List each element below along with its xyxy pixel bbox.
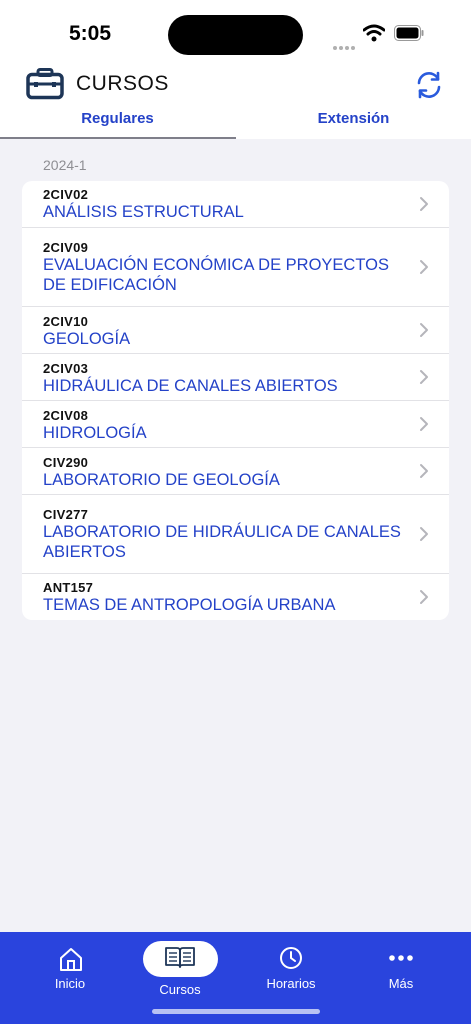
tab-extension[interactable]: Extensión bbox=[236, 110, 471, 139]
chevron-right-icon bbox=[420, 370, 428, 384]
chevron-right-icon bbox=[420, 527, 428, 541]
briefcase-icon bbox=[26, 68, 64, 100]
more-dots-icon bbox=[389, 955, 413, 961]
tabbar-item-cursos[interactable]: Cursos bbox=[125, 932, 235, 1007]
tabbar-label: Inicio bbox=[54, 976, 86, 991]
chevron-right-icon bbox=[420, 464, 428, 478]
chevron-right-icon bbox=[420, 417, 428, 431]
clock-icon bbox=[280, 947, 302, 969]
page-title: CURSOS bbox=[76, 72, 169, 95]
home-icon bbox=[60, 948, 82, 971]
course-name: ANÁLISIS ESTRUCTURAL bbox=[43, 203, 244, 221]
tabbar-item-mas[interactable]: Más bbox=[346, 932, 456, 1007]
course-code: 2CIV09 bbox=[43, 240, 89, 255]
chevron-right-icon bbox=[420, 590, 428, 604]
refresh-icon[interactable] bbox=[414, 70, 444, 100]
tab-selected-indicator bbox=[0, 137, 236, 139]
tabbar-label: Horarios bbox=[266, 976, 316, 991]
wifi-icon bbox=[363, 24, 385, 42]
course-row[interactable]: ANT157 TEMAS DE ANTROPOLOGÍA URBANA bbox=[22, 574, 449, 620]
book-icon bbox=[165, 947, 195, 968]
course-name: GEOLOGÍA bbox=[43, 330, 131, 348]
course-name: HIDROLOGÍA bbox=[43, 424, 147, 442]
status-time: 5:05 bbox=[69, 22, 112, 45]
tabbar-item-horarios[interactable]: Horarios bbox=[236, 932, 346, 1007]
tabbar-label: Más bbox=[388, 976, 414, 991]
chevron-right-icon bbox=[420, 260, 428, 274]
course-code: ANT157 bbox=[43, 580, 94, 595]
term-section-header: 2024-1 bbox=[43, 157, 87, 173]
course-row[interactable]: CIV277 LABORATORIO DE HIDRÁULICA DE CANA… bbox=[22, 495, 449, 574]
home-indicator bbox=[152, 1009, 320, 1014]
course-row[interactable]: 2CIV03 HIDRÁULICA DE CANALES ABIERTOS bbox=[22, 354, 449, 401]
course-row[interactable]: 2CIV09 EVALUACIÓN ECONÓMICA DE PROYECTOS… bbox=[22, 228, 449, 307]
course-row[interactable]: CIV290 LABORATORIO DE GEOLOGÍA bbox=[22, 448, 449, 495]
chevron-right-icon bbox=[420, 323, 428, 337]
tabbar-label: Cursos bbox=[159, 982, 201, 997]
course-row[interactable]: 2CIV02 ANÁLISIS ESTRUCTURAL bbox=[22, 181, 449, 228]
course-row[interactable]: 2CIV08 HIDROLOGÍA bbox=[22, 401, 449, 448]
course-name: HIDRÁULICA DE CANALES ABIERTOS bbox=[43, 377, 338, 395]
tab-regulares[interactable]: Regulares bbox=[0, 110, 235, 139]
course-code: 2CIV10 bbox=[43, 314, 89, 329]
course-name: EVALUACIÓN ECONÓMICA DE PROYECTOS DE EDI… bbox=[43, 256, 389, 294]
course-name: TEMAS DE ANTROPOLOGÍA URBANA bbox=[43, 596, 336, 614]
course-name: LABORATORIO DE HIDRÁULICA DE CANALES ABI… bbox=[43, 523, 401, 561]
chevron-right-icon bbox=[420, 197, 428, 211]
battery-icon bbox=[394, 25, 424, 41]
tabbar-item-inicio[interactable]: Inicio bbox=[15, 932, 125, 1007]
course-code: 2CIV02 bbox=[43, 187, 89, 202]
course-name: LABORATORIO DE GEOLOGÍA bbox=[43, 471, 280, 489]
course-list: 2CIV02 ANÁLISIS ESTRUCTURAL 2CIV09 EVALU… bbox=[22, 181, 449, 620]
course-row[interactable]: 2CIV10 GEOLOGÍA bbox=[22, 307, 449, 354]
course-code: 2CIV03 bbox=[43, 361, 89, 376]
course-code: CIV277 bbox=[43, 507, 89, 522]
top-bar: 5:05 CURSOS Regulares Extensión bbox=[0, 0, 471, 139]
dynamic-island bbox=[168, 15, 303, 55]
course-code: CIV290 bbox=[43, 455, 89, 470]
cellular-signal-icon bbox=[333, 37, 357, 55]
course-code: 2CIV08 bbox=[43, 408, 89, 423]
